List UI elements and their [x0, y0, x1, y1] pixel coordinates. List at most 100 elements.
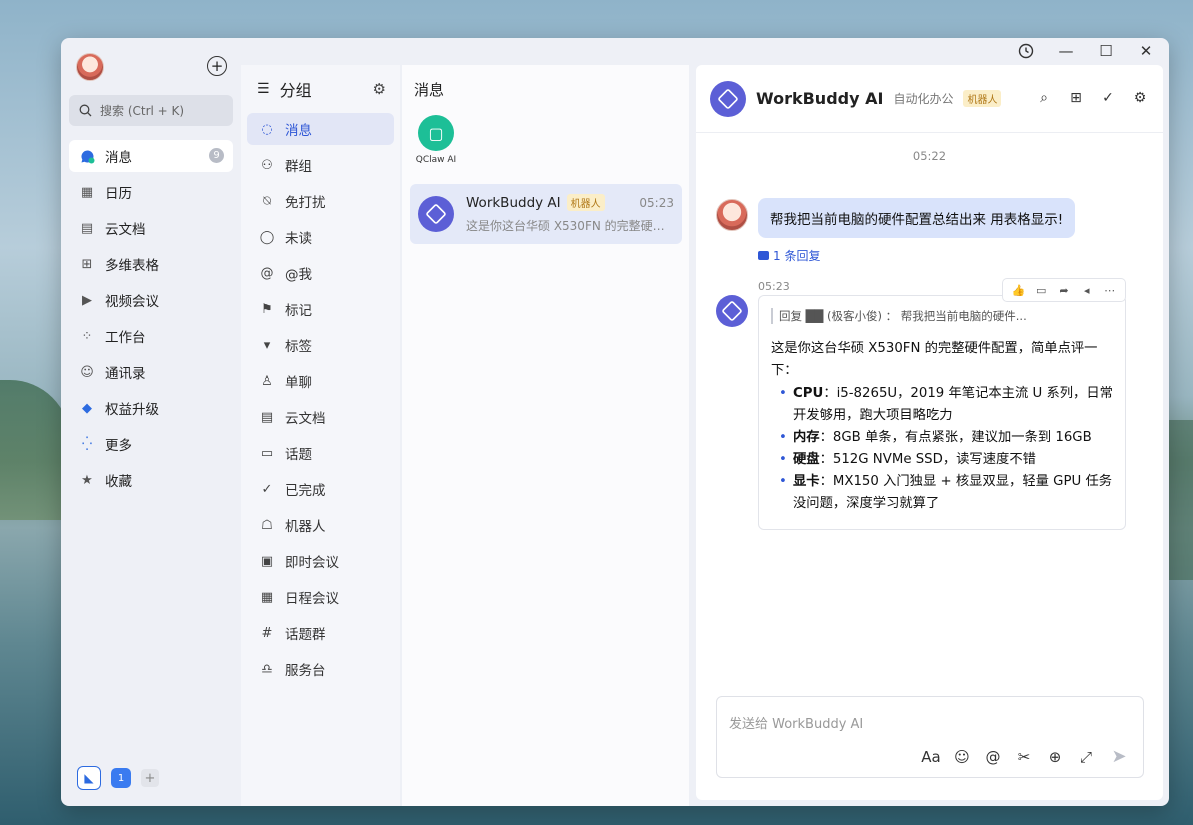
- add-app-icon[interactable]: +: [141, 769, 159, 787]
- group-item-helpdesk[interactable]: ♎ 服务台: [247, 653, 394, 685]
- groups-list: ◌ 消息 ⚇ 群组 ⍉ 免打扰 ◯ 未读 @ @我 ⚑ 标记 ▾ 标签 ♙ 单聊 ▤ 云文档 ▭ 话…: [241, 113, 400, 685]
- quote-icon[interactable]: ◂: [1077, 284, 1097, 297]
- nav-item-more[interactable]: ⁛ 更多: [69, 428, 233, 460]
- close-button[interactable]: ✕: [1135, 40, 1157, 62]
- message-actions: 👍 ▭ ➦ ◂ ⋯: [1002, 278, 1126, 302]
- nav-label: 收藏: [105, 474, 132, 490]
- nav-label: 消息: [105, 150, 132, 166]
- user-message-bubble[interactable]: 帮我把当前电脑的硬件配置总结出来 用表格显示!: [758, 198, 1076, 238]
- thumbs-up-icon[interactable]: 👍: [1008, 284, 1028, 297]
- mention-icon[interactable]: @: [983, 748, 1003, 766]
- group-label: 标记: [285, 303, 312, 319]
- person-icon: ♙: [261, 373, 273, 389]
- group-item-direct[interactable]: ♙ 单聊: [247, 365, 394, 397]
- app-logo-icon[interactable]: ◣: [77, 766, 101, 790]
- unread-badge: 9: [209, 148, 224, 163]
- spec-key: 内存: [793, 430, 820, 445]
- bell-off-icon: ⍉: [263, 193, 271, 209]
- robot-icon: ☖: [261, 517, 273, 533]
- group-item-topic-groups[interactable]: # 话题群: [247, 617, 394, 649]
- message-composer[interactable]: 发送给 WorkBuddy AI Aa ☺ @ ✂ ⊕ ⤢ ➤: [716, 696, 1144, 778]
- notification-icon[interactable]: 1: [111, 768, 131, 788]
- group-item-bots[interactable]: ☖ 机器人: [247, 509, 394, 541]
- main-nav: + 搜索 (Ctrl + K) 消息 9 ▦ 日历 ▤ 云文档 ⊞ 多维表格 ▶ 视频会…: [61, 38, 241, 806]
- bot-tag: 机器人: [566, 194, 605, 211]
- hash-icon: #: [261, 625, 273, 641]
- search-icon[interactable]: ⌕: [1035, 89, 1053, 107]
- group-label: 标签: [285, 339, 312, 355]
- group-item-scheduled-meeting[interactable]: ▦ 日程会议: [247, 581, 394, 613]
- group-item-unread[interactable]: ◯ 未读: [247, 221, 394, 253]
- reply-count-link[interactable]: 1 条回复: [758, 247, 820, 264]
- groups-title: 分组: [279, 81, 312, 100]
- nav-item-video[interactable]: ▶ 视频会议: [69, 284, 233, 316]
- nav-item-tables[interactable]: ⊞ 多维表格: [69, 248, 233, 280]
- forward-icon[interactable]: ➦: [1054, 284, 1074, 297]
- user-avatar[interactable]: [76, 53, 104, 81]
- titlebar: — ☐ ✕: [989, 38, 1169, 64]
- maximize-button[interactable]: ☐: [1095, 40, 1117, 62]
- history-icon[interactable]: [1015, 40, 1037, 62]
- settings-icon[interactable]: ⚙: [373, 80, 386, 98]
- group-item-done[interactable]: ✓ 已完成: [247, 473, 394, 505]
- group-item-instant-meeting[interactable]: ▣ 即时会议: [247, 545, 394, 577]
- nav-item-upgrade[interactable]: ◆ 权益升级: [69, 392, 233, 424]
- unread-icon: ◯: [259, 229, 275, 245]
- more-icon[interactable]: ⋯: [1100, 284, 1120, 297]
- group-label: 消息: [285, 123, 312, 139]
- minimize-button[interactable]: —: [1055, 40, 1077, 62]
- add-chat-icon[interactable]: ⊞: [1067, 89, 1085, 107]
- expand-icon[interactable]: ⤢: [1076, 748, 1096, 766]
- nav-item-favorites[interactable]: ★ 收藏: [69, 464, 233, 496]
- pinned-label: QClaw AI: [415, 155, 457, 165]
- nav-item-contacts[interactable]: ☺ 通讯录: [69, 356, 233, 388]
- settings-icon[interactable]: ⚙: [1131, 89, 1149, 107]
- group-icon: ⚇: [261, 157, 273, 173]
- spec-item: CPU：i5-8265U，2019 年笔记本主流 U 系列，日常开发够用，跑大项…: [771, 383, 1113, 427]
- bot-message-card[interactable]: 回复 ██ (极客小俊) ： 帮我把当前电脑的硬件... 这是你这台华硕 X53…: [758, 295, 1126, 530]
- spec-key: CPU: [793, 386, 824, 401]
- nav-item-calendar[interactable]: ▦ 日历: [69, 176, 233, 208]
- pinned-contact[interactable]: ▢ QClaw AI: [414, 115, 458, 165]
- group-item-tags[interactable]: ▾ 标签: [247, 329, 394, 361]
- group-item-topics[interactable]: ▭ 话题: [247, 437, 394, 469]
- group-item-groups[interactable]: ⚇ 群组: [247, 149, 394, 181]
- spec-key: 硬盘: [793, 452, 820, 467]
- group-item-mute[interactable]: ⍉ 免打扰: [247, 185, 394, 217]
- video-icon: ▶: [82, 292, 92, 308]
- bot-message-avatar[interactable]: [716, 295, 748, 327]
- group-label: 服务台: [285, 663, 326, 679]
- user-message-avatar[interactable]: [716, 199, 748, 231]
- nav-item-docs[interactable]: ▤ 云文档: [69, 212, 233, 244]
- add-icon[interactable]: +: [207, 56, 227, 76]
- collapse-icon[interactable]: ☰: [257, 81, 270, 97]
- group-item-mentions[interactable]: @ @我: [247, 257, 394, 289]
- format-icon[interactable]: Aa: [921, 748, 941, 766]
- tasks-icon[interactable]: ✓: [1099, 89, 1117, 107]
- cube-icon: [425, 203, 447, 225]
- conversation-name: WorkBuddy AI: [466, 194, 561, 211]
- nav-label: 多维表格: [105, 258, 159, 274]
- send-icon[interactable]: ➤: [1107, 746, 1131, 767]
- message-icon: [79, 148, 95, 164]
- topic-icon: ▭: [260, 445, 274, 461]
- scissors-icon[interactable]: ✂: [1014, 748, 1034, 766]
- table-icon: ⊞: [81, 256, 93, 272]
- group-item-docs[interactable]: ▤ 云文档: [247, 401, 394, 433]
- conversation-item[interactable]: WorkBuddy AI 机器人 这是你这台华硕 X530FN 的完整硬件...…: [410, 184, 682, 244]
- add-icon[interactable]: ⊕: [1045, 748, 1065, 766]
- group-label: 云文档: [285, 411, 326, 427]
- chat-bot-avatar[interactable]: [710, 80, 746, 117]
- search-input[interactable]: 搜索 (Ctrl + K): [69, 95, 233, 126]
- qclaw-avatar: ▢: [418, 115, 454, 151]
- emoji-icon[interactable]: ☺: [952, 748, 972, 766]
- nav-item-workbench[interactable]: ⁘ 工作台: [69, 320, 233, 352]
- message-list-panel: 消息 ▢ QClaw AI WorkBuddy AI 机器人 这是你这台华硕 X…: [402, 65, 689, 806]
- flag-icon: ⚑: [261, 301, 273, 317]
- search-icon: [79, 104, 92, 117]
- comment-icon[interactable]: ▭: [1031, 284, 1051, 297]
- nav-item-messages[interactable]: 消息 9: [69, 140, 233, 172]
- group-item-messages[interactable]: ◌ 消息: [247, 113, 394, 145]
- group-item-flagged[interactable]: ⚑ 标记: [247, 293, 394, 325]
- cube-icon: [717, 87, 739, 110]
